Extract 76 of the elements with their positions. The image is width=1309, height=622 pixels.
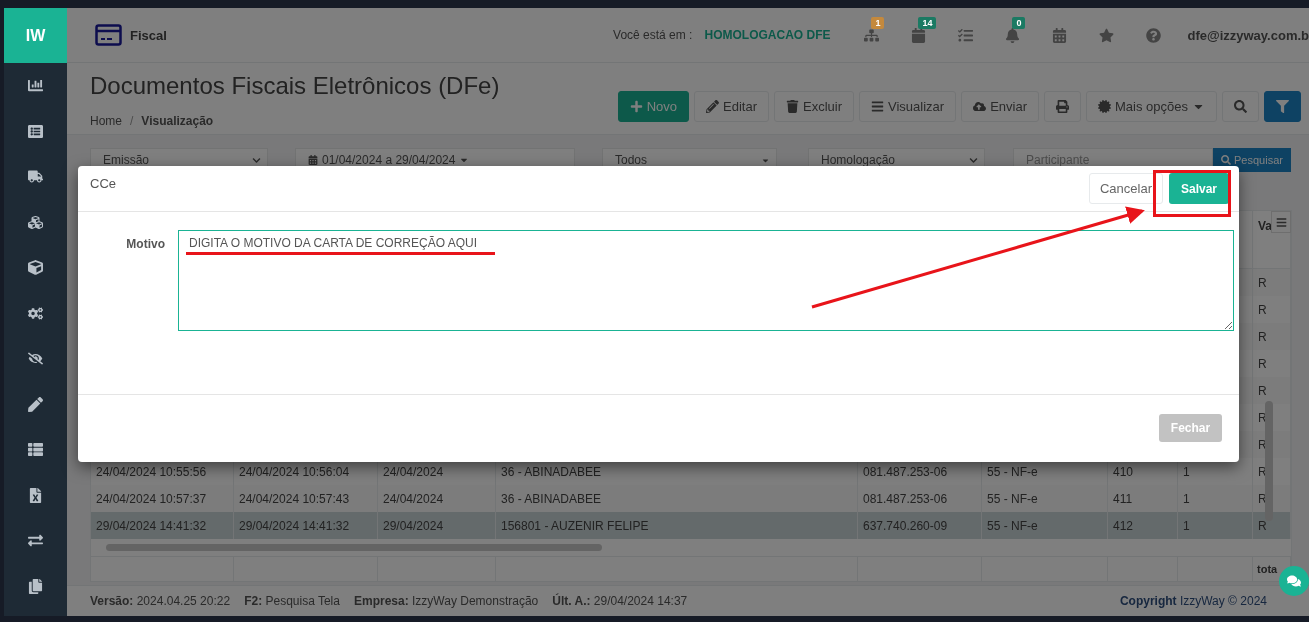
toolbar-button[interactable]: Enviar bbox=[961, 91, 1039, 122]
reason-field[interactable]: DIGITA O MOTIVO DA CARTA DE CORREÇÃO AQUI bbox=[178, 230, 1234, 331]
checklist-icon[interactable] bbox=[958, 27, 974, 43]
calendar-icon[interactable] bbox=[911, 27, 927, 43]
table-cell: 637.740.260-09 bbox=[858, 512, 982, 539]
count-badge: 1 bbox=[871, 16, 885, 29]
pencil-icon bbox=[706, 100, 720, 113]
chevron-icon bbox=[969, 155, 978, 165]
location-label: Você está em : bbox=[613, 28, 693, 42]
toolbar-button[interactable]: Novo bbox=[617, 91, 690, 122]
breadcrumb-item[interactable]: Home bbox=[90, 114, 122, 128]
gears-icon[interactable] bbox=[28, 305, 43, 321]
table-row[interactable]: 29/04/2024 14:41:32 29/04/2024 14:41:32 29/04/2024 156801 - AUZENIR FELIPE 637.740.260-09 55 - NF-e 412 1 R bbox=[91, 512, 1291, 539]
footer-info: Empresa: IzzyWay Demonstração bbox=[353, 594, 539, 608]
swap-arrows-icon[interactable] bbox=[28, 533, 43, 549]
truck-icon[interactable] bbox=[28, 169, 43, 185]
toolbar-button[interactable]: Editar bbox=[694, 91, 769, 122]
eye-slash-icon[interactable] bbox=[28, 351, 43, 367]
spreadsheet-file-icon[interactable] bbox=[28, 487, 43, 503]
card-icon bbox=[95, 24, 122, 46]
field-label: Motivo bbox=[125, 236, 166, 253]
breadcrumb-separator: / bbox=[130, 114, 134, 128]
printer-icon bbox=[1056, 100, 1069, 113]
search-icon bbox=[1234, 100, 1247, 113]
toolbar-button[interactable]: Visualizar bbox=[859, 91, 957, 122]
table-cell: 156801 - AUZENIR FELIPE bbox=[496, 512, 858, 539]
breadcrumb-item[interactable]: Visualização bbox=[141, 114, 214, 128]
scrollbar[interactable] bbox=[106, 544, 602, 551]
table-cell: 29/04/2024 14:41:32 bbox=[234, 512, 378, 539]
table-cell: 1 bbox=[1178, 512, 1253, 539]
table-cell: 412 bbox=[1108, 512, 1178, 539]
logo[interactable]: IW bbox=[4, 8, 67, 63]
page-title: Documentos Fiscais Eletrônicos (DFe) bbox=[90, 72, 500, 100]
cubes-icon[interactable] bbox=[28, 214, 43, 230]
cube-icon[interactable] bbox=[28, 260, 43, 276]
table-cell: 29/04/2024 14:41:32 bbox=[91, 512, 234, 539]
count-badge: 0 bbox=[1012, 16, 1026, 29]
dialog-title: CCe bbox=[90, 176, 116, 191]
list-icon bbox=[871, 100, 885, 113]
toolbar-button[interactable] bbox=[1264, 91, 1301, 122]
notifications-icon[interactable] bbox=[1005, 27, 1021, 43]
module-title: Fiscal bbox=[130, 27, 167, 43]
chat-icon bbox=[1287, 574, 1301, 588]
chevron-icon bbox=[252, 155, 261, 165]
save-button[interactable]: Salvar bbox=[1169, 173, 1229, 204]
user-email[interactable]: dfe@izzyway.com.b bbox=[1187, 27, 1309, 43]
footer-info: Versão: 2024.04.25 20:22 bbox=[90, 594, 231, 608]
plus-icon bbox=[629, 100, 643, 113]
filter-icon bbox=[1276, 100, 1289, 113]
calendar-icon[interactable] bbox=[1052, 27, 1068, 43]
cloud-upload-icon bbox=[973, 100, 987, 113]
sitemap-icon[interactable] bbox=[864, 27, 880, 43]
copyright: Copyright IzzyWay © 2024 bbox=[1119, 594, 1267, 608]
toolbar-button[interactable]: Excluir bbox=[774, 91, 855, 122]
footer-info: Últ. A.: 29/04/2024 14:37 bbox=[552, 594, 688, 608]
list-icon[interactable] bbox=[28, 123, 43, 139]
count-badge: 14 bbox=[918, 16, 937, 29]
cancel-button[interactable]: Cancelar bbox=[1088, 173, 1163, 204]
toolbar-button[interactable]: Mais opções bbox=[1086, 91, 1217, 122]
star-icon[interactable] bbox=[1099, 27, 1115, 43]
table-cell: 55 - NF-e bbox=[982, 512, 1108, 539]
menu-button[interactable] bbox=[1271, 211, 1291, 233]
search-button[interactable]: Pesquisar bbox=[1213, 148, 1291, 172]
footer-info: F2: Pesquisa Tela bbox=[244, 594, 340, 608]
chart-bar-icon[interactable] bbox=[28, 78, 43, 94]
environment-name: HOMOLOGACAO DFE bbox=[704, 28, 831, 42]
help-icon[interactable] bbox=[1146, 27, 1162, 43]
calendar-icon bbox=[308, 155, 318, 165]
copy-icon[interactable] bbox=[28, 578, 43, 594]
menu-icon bbox=[1275, 216, 1287, 228]
table-cell: 29/04/2024 bbox=[378, 512, 496, 539]
badge-icon bbox=[1098, 100, 1111, 113]
pencil-icon[interactable] bbox=[28, 396, 43, 412]
table-list-icon[interactable] bbox=[28, 442, 43, 458]
scrollbar[interactable] bbox=[1265, 401, 1273, 521]
trash-icon bbox=[786, 100, 799, 113]
